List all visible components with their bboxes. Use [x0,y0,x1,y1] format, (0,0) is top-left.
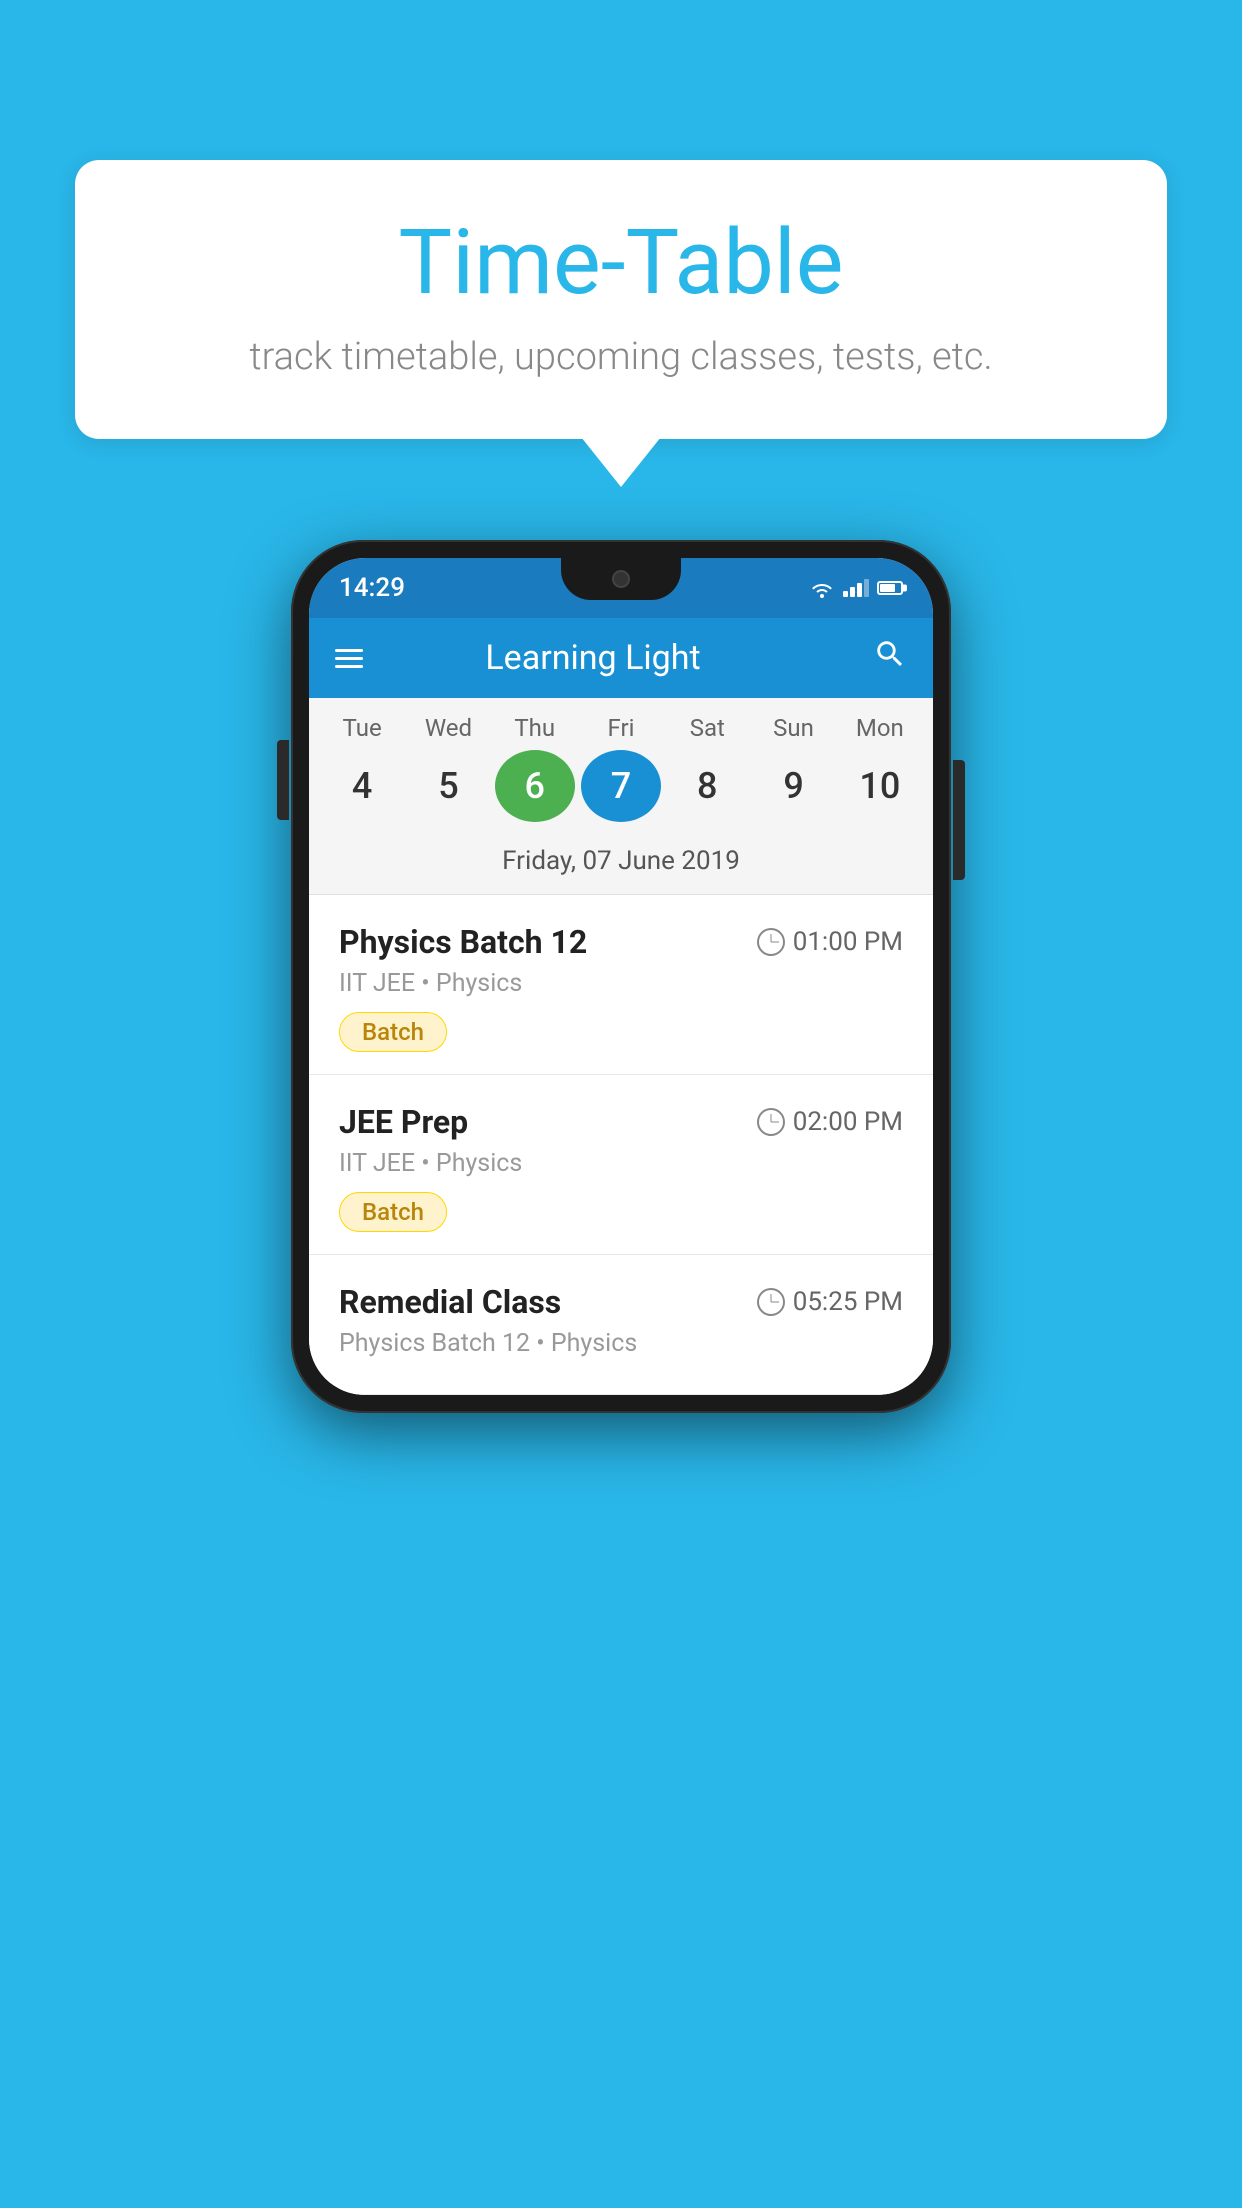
schedule-item-2-time: 02:00 PM [757,1107,903,1137]
phone-screen: 14:29 [309,558,933,1395]
day-8[interactable]: 8 [667,750,747,822]
app-bar: Learning Light [309,618,933,698]
schedule-item-3-title: Remedial Class [339,1283,561,1321]
clock-icon-3 [757,1288,785,1316]
day-headers: Tue Wed Thu Fri Sat Sun Mon [309,714,933,742]
phone-mockup: 14:29 [291,540,951,1413]
day-4[interactable]: 4 [322,750,402,822]
status-bar: 14:29 [309,558,933,618]
schedule-list: Physics Batch 12 01:00 PM IIT JEE • Phys… [309,895,933,1395]
battery-icon [877,581,903,595]
schedule-item-3-time: 05:25 PM [757,1287,903,1317]
schedule-item-1-time-text: 01:00 PM [793,927,903,957]
wifi-icon [809,578,835,598]
schedule-item-1-time: 01:00 PM [757,927,903,957]
selected-date-label: Friday, 07 June 2019 [309,836,933,895]
schedule-item-1-header: Physics Batch 12 01:00 PM [339,923,903,961]
day-numbers: 4 5 6 7 8 9 10 [309,750,933,822]
app-title: Learning Light [383,638,803,678]
front-camera [612,570,630,588]
speech-bubble-card: Time-Table track timetable, upcoming cla… [75,160,1167,439]
day-header-mon: Mon [840,714,920,742]
schedule-item-1-sub: IIT JEE • Physics [339,969,903,998]
status-icons [809,578,903,598]
page-subtitle: track timetable, upcoming classes, tests… [135,335,1107,379]
schedule-item-2-tag: Batch [339,1192,447,1232]
schedule-item-3-time-text: 05:25 PM [793,1287,903,1317]
page-title: Time-Table [135,210,1107,315]
schedule-item-2-header: JEE Prep 02:00 PM [339,1103,903,1141]
schedule-item-2[interactable]: JEE Prep 02:00 PM IIT JEE • Physics Batc… [309,1075,933,1255]
day-header-fri: Fri [581,714,661,742]
day-6-today[interactable]: 6 [495,750,575,822]
schedule-item-2-time-text: 02:00 PM [793,1107,903,1137]
day-9[interactable]: 9 [754,750,834,822]
schedule-item-1[interactable]: Physics Batch 12 01:00 PM IIT JEE • Phys… [309,895,933,1075]
calendar-strip: Tue Wed Thu Fri Sat Sun Mon 4 5 6 7 8 9 … [309,698,933,895]
schedule-item-3-header: Remedial Class 05:25 PM [339,1283,903,1321]
day-header-thu: Thu [495,714,575,742]
phone-outer: 14:29 [291,540,951,1413]
schedule-item-3-sub: Physics Batch 12 • Physics [339,1329,903,1358]
clock-icon-1 [757,928,785,956]
day-7-selected[interactable]: 7 [581,750,661,822]
day-header-tue: Tue [322,714,402,742]
schedule-item-1-title: Physics Batch 12 [339,923,587,961]
day-10[interactable]: 10 [840,750,920,822]
schedule-item-2-sub: IIT JEE • Physics [339,1149,903,1178]
search-button[interactable] [873,637,907,680]
schedule-item-1-tag: Batch [339,1012,447,1052]
day-header-wed: Wed [408,714,488,742]
notch [561,558,681,600]
signal-icon [843,579,869,597]
day-header-sun: Sun [754,714,834,742]
schedule-item-3[interactable]: Remedial Class 05:25 PM Physics Batch 12… [309,1255,933,1395]
status-time: 14:29 [339,573,405,603]
day-header-sat: Sat [667,714,747,742]
menu-button[interactable] [335,649,363,668]
clock-icon-2 [757,1108,785,1136]
day-5[interactable]: 5 [408,750,488,822]
schedule-item-2-title: JEE Prep [339,1103,468,1141]
